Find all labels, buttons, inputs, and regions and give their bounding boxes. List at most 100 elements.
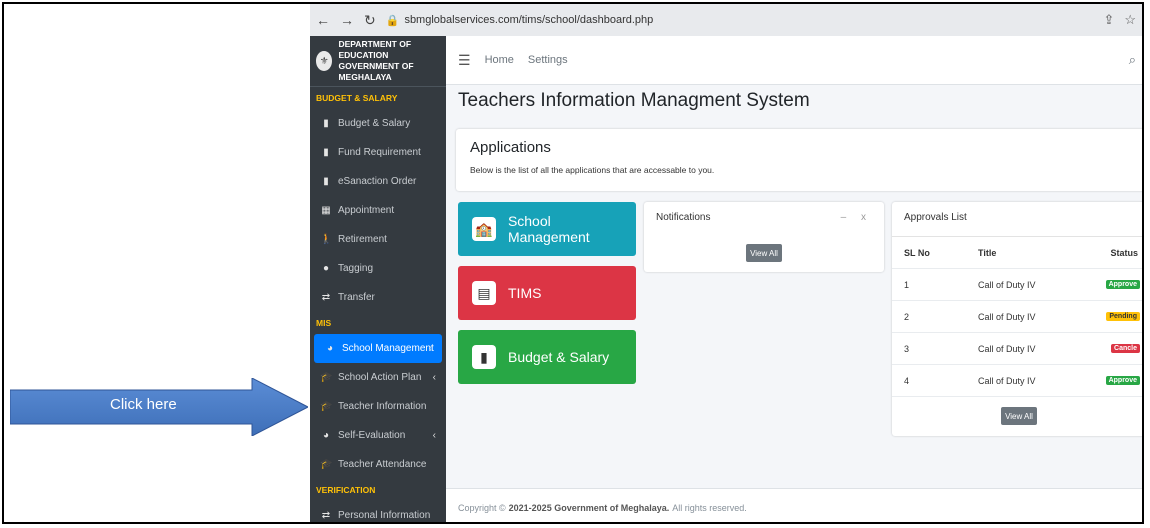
- emblem-logo: ⚜: [316, 51, 333, 71]
- applications-subtitle: Below is the list of all the application…: [470, 165, 715, 175]
- col-title: Title: [978, 248, 997, 258]
- sidebar-item-retirement[interactable]: 🚶 Retirement: [310, 225, 446, 254]
- approvals-footer: View All: [892, 396, 1142, 437]
- cell-title: Call of Duty IV: [978, 376, 1036, 386]
- sidebar-item-fund-requirement[interactable]: ▮ Fund Requirement: [310, 138, 446, 167]
- chevron-left-icon: ‹: [428, 343, 432, 354]
- table-header: SL No Title Status: [892, 236, 1142, 269]
- sidebar-item-label: Fund Requirement: [338, 147, 421, 158]
- brand-line2: GOVERNMENT OF MEGHALAYA: [338, 61, 414, 82]
- briefcase-icon: ▮: [323, 176, 329, 187]
- sidebar-item-tagging[interactable]: ● Tagging: [310, 254, 446, 283]
- page-title: Teachers Information Managment System: [458, 90, 810, 111]
- search-icon[interactable]: ⌕: [1129, 52, 1136, 68]
- cell-sl: 1: [904, 280, 910, 290]
- sidebar-item-teacher-attendance[interactable]: 🎓 Teacher Attendance: [310, 450, 446, 479]
- cell-sl: 2: [904, 312, 910, 322]
- briefcase-icon: ▮: [472, 345, 496, 369]
- walking-icon: 🚶: [320, 234, 333, 245]
- sidebar-item-esanction-order[interactable]: ▮ eSanaction Order: [310, 167, 446, 196]
- tile-label: Budget & Salary: [508, 349, 610, 365]
- sidebar-item-label: Budget & Salary: [338, 118, 411, 129]
- tile-label: TIMS: [508, 285, 542, 301]
- tile-tims[interactable]: ▤ TIMS: [458, 266, 636, 320]
- browser-toolbar: ← → ↻ 🔒 sbmglobalservices.com/tims/schoo…: [310, 4, 1142, 36]
- sidebar-item-label: Tagging: [338, 263, 374, 274]
- top-navbar: ☰ Home Settings ⌕: [446, 36, 1142, 85]
- click-here-arrow: Click here: [9, 377, 310, 437]
- book-icon: ▤: [472, 281, 496, 305]
- reload-icon[interactable]: ↻: [364, 12, 376, 29]
- exchange-icon: ⇄: [321, 510, 331, 521]
- brand-line1: DEPARTMENT OF EDUCATION: [338, 39, 412, 60]
- graduation-cap-icon: 🎓: [320, 372, 333, 383]
- calendar-icon: ▦: [321, 205, 331, 216]
- footer-rights: All rights reserved.: [672, 503, 747, 513]
- table-row: 3 Call of Duty IV Cancle: [892, 332, 1142, 365]
- graduation-cap-icon: 🎓: [320, 459, 333, 470]
- card-controls[interactable]: – x: [841, 212, 872, 223]
- chevron-left-icon: ‹: [432, 372, 436, 383]
- tile-label: School Management: [507, 213, 590, 245]
- tile-budget-salary[interactable]: ▮ Budget & Salary: [458, 330, 636, 384]
- status-badge[interactable]: Approve: [1105, 280, 1140, 289]
- sidebar-item-appointment[interactable]: ▦ Appointment: [310, 196, 446, 225]
- chevron-left-icon: ‹: [432, 430, 436, 441]
- forward-icon[interactable]: →: [340, 12, 354, 29]
- col-status: Status: [1110, 248, 1138, 258]
- approvals-title: Approvals List: [904, 212, 967, 223]
- sidebar-item-label: Self-Evaluation: [338, 430, 406, 441]
- sidebar-item-self-evaluation[interactable]: ◕ Self-Evaluation ‹: [310, 421, 446, 450]
- section-mis: MIS: [316, 318, 332, 328]
- sidebar-item-label: Personal Information: [338, 510, 431, 521]
- briefcase-icon: ▮: [323, 147, 329, 158]
- table-row: 2 Call of Duty IV Pending: [892, 300, 1142, 333]
- notifications-view-all-button[interactable]: View All: [746, 244, 782, 262]
- sidebar-item-transfer[interactable]: ⇄ Transfer: [310, 283, 446, 312]
- nav-link-home[interactable]: Home: [485, 54, 514, 66]
- back-icon[interactable]: ←: [316, 12, 330, 29]
- table-row: 4 Call of Duty IV Approve: [892, 364, 1142, 397]
- applications-title: Applications: [470, 139, 551, 156]
- notifications-card: Notifications – x View All: [644, 202, 884, 272]
- sidebar-item-label: Teacher Information: [338, 401, 427, 412]
- bookmark-star-icon[interactable]: ☆: [1124, 12, 1136, 28]
- sidebar-item-label: School Action Plan: [338, 372, 422, 383]
- cell-title: Call of Duty IV: [978, 312, 1036, 322]
- sidebar-item-label: Retirement: [338, 234, 387, 245]
- graduation-cap-icon: 🎓: [320, 401, 333, 412]
- sidebar-item-personal-information[interactable]: ⇄ Personal Information: [310, 501, 446, 522]
- cell-sl: 3: [904, 344, 910, 354]
- status-badge[interactable]: Cancle: [1111, 344, 1140, 353]
- sidebar: ⚜ DEPARTMENT OF EDUCATION GOVERNMENT OF …: [310, 36, 446, 522]
- cell-title: Call of Duty IV: [978, 344, 1036, 354]
- sidebar-item-label: Teacher Attendance: [338, 459, 427, 470]
- sidebar-item-teacher-information[interactable]: 🎓 Teacher Information: [310, 392, 446, 421]
- sidebar-item-label: School Management: [342, 343, 434, 354]
- pie-chart-icon: ◕: [326, 343, 334, 354]
- sidebar-item-school-action-plan[interactable]: 🎓 School Action Plan ‹: [310, 363, 446, 392]
- status-badge[interactable]: Approve: [1105, 376, 1140, 385]
- sidebar-item-school-management[interactable]: ◕ School Management ‹: [314, 334, 442, 363]
- screenshot-frame: Click here ← → ↻ 🔒 sbmglobalservices.com…: [2, 2, 1144, 524]
- sidebar-item-label: Transfer: [338, 292, 375, 303]
- brand[interactable]: ⚜ DEPARTMENT OF EDUCATION GOVERNMENT OF …: [310, 36, 446, 87]
- briefcase-icon: ▮: [323, 118, 329, 129]
- address-bar[interactable]: 🔒 sbmglobalservices.com/tims/school/dash…: [386, 14, 654, 27]
- lock-icon: 🔒: [385, 14, 400, 27]
- share-icon[interactable]: ⇪: [1103, 12, 1114, 28]
- section-verification: VERIFICATION: [316, 485, 376, 495]
- nav-link-settings[interactable]: Settings: [528, 54, 568, 66]
- footer-copyright: Copyright ©: [458, 503, 506, 513]
- tile-school-management[interactable]: 🏫 School Management: [458, 202, 636, 256]
- main-content: ☰ Home Settings ⌕ Teachers Information M…: [446, 36, 1142, 522]
- approvals-view-all-button[interactable]: View All: [1001, 407, 1037, 425]
- url-text: sbmglobalservices.com/tims/school/dashbo…: [404, 14, 654, 26]
- sidebar-item-budget-salary[interactable]: ▮ Budget & Salary: [310, 109, 446, 138]
- hamburger-menu-icon[interactable]: ☰: [458, 52, 471, 69]
- sidebar-item-label: eSanaction Order: [338, 176, 417, 187]
- page-footer: Copyright © 2021-2025 Government of Megh…: [446, 488, 1142, 522]
- col-sl: SL No: [904, 248, 930, 258]
- footer-org[interactable]: 2021-2025 Government of Meghalaya.: [509, 503, 670, 513]
- status-badge[interactable]: Pending: [1106, 312, 1140, 321]
